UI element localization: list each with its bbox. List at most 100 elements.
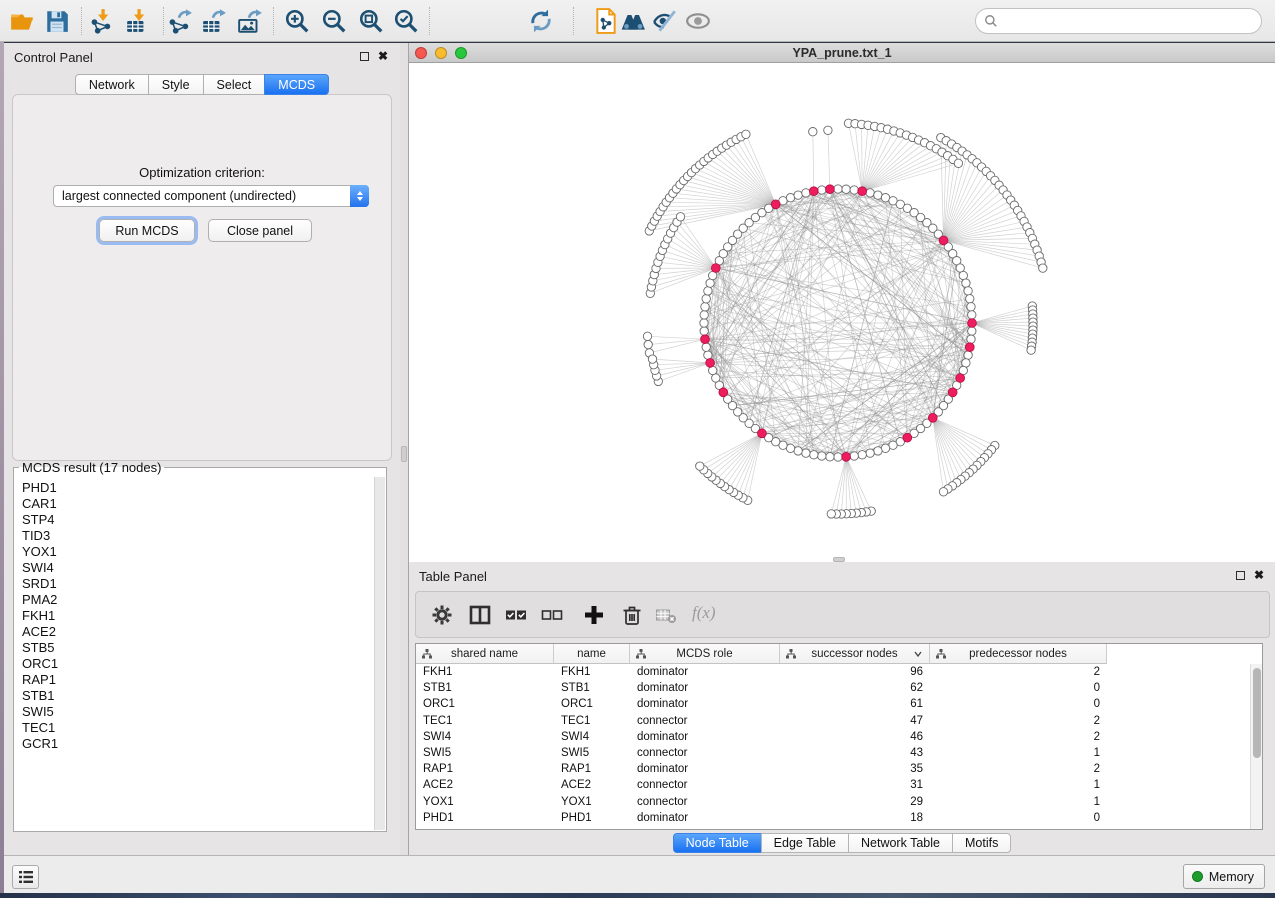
column-label: name [577,648,606,660]
close-panel-icon[interactable]: ✖ [378,51,388,61]
zoom-out-icon[interactable] [321,8,347,34]
table-row[interactable]: TEC1TEC1connector472 [416,713,1250,729]
network-canvas[interactable] [409,63,1275,562]
mcds-result-item[interactable]: STB1 [22,688,374,704]
zoom-in-icon[interactable] [284,8,310,34]
table-row[interactable]: ACE2ACE2connector311 [416,777,1250,793]
export-network-icon[interactable] [167,8,193,34]
apply-layout-icon[interactable] [528,8,554,34]
show-all-icon[interactable] [685,8,711,34]
mcds-result-item[interactable]: PMA2 [22,592,374,608]
mcds-result-item[interactable]: ORC1 [22,656,374,672]
export-table-icon[interactable] [201,8,227,34]
mcds-result-item[interactable]: SRD1 [22,576,374,592]
first-neighbors-icon[interactable] [620,8,646,34]
mcds-result-item[interactable]: FKH1 [22,608,374,624]
add-column-plus-icon[interactable] [582,603,606,627]
mcds-result-item[interactable]: CAR1 [22,496,374,512]
import-table-icon[interactable] [125,8,151,34]
deselect-all-icon[interactable] [540,603,564,627]
mcds-result-item[interactable]: SWI5 [22,704,374,720]
table-row[interactable]: FKH1FKH1dominator962 [416,664,1250,680]
float-panel-icon[interactable] [1236,571,1245,580]
mcds-result-item[interactable]: STP4 [22,512,374,528]
cell-shared-name: SWI4 [416,731,554,743]
open-icon[interactable] [9,8,35,34]
column-label: shared name [451,648,518,660]
splitter-grip[interactable] [401,446,407,462]
network-graph[interactable] [409,63,1275,562]
search-input[interactable] [975,8,1262,34]
table-row[interactable]: PHD1PHD1dominator180 [416,810,1250,826]
tab-select[interactable]: Select [203,74,266,95]
float-panel-icon[interactable] [360,52,369,61]
memory-status-icon [1192,871,1203,882]
table-panel-title: Table Panel [419,569,487,584]
mcds-result-list[interactable]: PHD1CAR1STP4TID3YOX1SWI4SRD1PMA2FKH1ACE2… [15,477,374,830]
mcds-result-item[interactable]: SWI4 [22,560,374,576]
network-window-titlebar[interactable]: YPA_prune.txt_1 [409,43,1275,63]
mcds-result-item[interactable]: STB5 [22,640,374,656]
select-all-icon[interactable] [504,603,528,627]
mcds-result-item[interactable]: PHD1 [22,480,374,496]
function-builder-icon[interactable]: f(x) [692,603,716,623]
tab-mcds[interactable]: MCDS [264,74,329,95]
table-settings-gear-icon[interactable] [430,603,454,627]
tab-network-table[interactable]: Network Table [848,833,953,853]
table-row[interactable]: SWI4SWI4dominator462 [416,729,1250,745]
table-row[interactable]: STB1STB1dominator620 [416,680,1250,696]
mcds-result-item[interactable]: TID3 [22,528,374,544]
zoom-selected-icon[interactable] [393,8,419,34]
close-panel-button[interactable]: Close panel [208,219,312,242]
table-scrollbar[interactable] [1250,664,1262,829]
column-header-name[interactable]: name [554,644,630,664]
tab-style[interactable]: Style [148,74,204,95]
table-row[interactable]: RAP1RAP1dominator352 [416,761,1250,777]
save-icon[interactable] [44,8,70,34]
status-list-button[interactable] [12,865,39,889]
cell-predecessor-nodes: 1 [930,747,1107,759]
mcds-result-item[interactable]: ACE2 [22,624,374,640]
table-row[interactable]: ORC1ORC1dominator610 [416,696,1250,712]
table-row[interactable]: YOX1YOX1connector291 [416,794,1250,810]
import-network-icon[interactable] [89,8,115,34]
close-panel-icon[interactable]: ✖ [1254,570,1264,580]
column-header-predecessor-nodes[interactable]: predecessor nodes [930,644,1107,664]
cell-MCDS-role: dominator [630,812,780,824]
column-header-successor-nodes[interactable]: successor nodes [780,644,930,664]
main-toolbar [0,0,1275,42]
control-panel: Control Panel ✖ Optimization criterion: … [4,43,400,855]
tab-motifs[interactable]: Motifs [952,833,1011,853]
cell-MCDS-role: connector [630,796,780,808]
new-network-from-selection-icon[interactable] [593,8,619,34]
scrollbar-thumb[interactable] [1253,668,1261,758]
cell-predecessor-nodes: 2 [930,763,1107,775]
export-image-icon[interactable] [237,8,263,34]
tab-node-table[interactable]: Node Table [673,833,762,853]
memory-button[interactable]: Memory [1183,864,1265,889]
zoom-fit-icon[interactable] [358,8,384,34]
mcds-list-scrollbar[interactable] [374,477,385,830]
table-row[interactable]: SWI5SWI5connector431 [416,745,1250,761]
run-mcds-button[interactable]: Run MCDS [99,219,195,242]
column-header-shared-name[interactable]: shared name [416,644,554,664]
mcds-result-item[interactable]: RAP1 [22,672,374,688]
mcds-result-item[interactable]: YOX1 [22,544,374,560]
cell-MCDS-role: dominator [630,682,780,694]
hide-selected-icon[interactable] [652,8,678,34]
tab-edge-table[interactable]: Edge Table [761,833,849,853]
vertical-splitter[interactable] [400,43,408,855]
cell-predecessor-nodes: 0 [930,682,1107,694]
delete-table-icon[interactable] [654,603,678,627]
delete-column-trash-icon[interactable] [620,603,644,627]
mcds-result-item[interactable]: GCR1 [22,736,374,752]
column-header-MCDS-role[interactable]: MCDS role [630,644,780,664]
show-columns-icon[interactable] [468,603,492,627]
application-window: Control Panel ✖ Optimization criterion: … [0,0,1275,898]
horizontal-splitter-grip[interactable] [833,557,845,562]
optimization-criterion-select[interactable]: largest connected component (undirected) [53,185,369,207]
desktop-wallpaper-bottom [0,893,1275,898]
mcds-result-item[interactable]: TEC1 [22,720,374,736]
tab-network[interactable]: Network [75,74,149,95]
search-field[interactable] [1003,11,1261,31]
